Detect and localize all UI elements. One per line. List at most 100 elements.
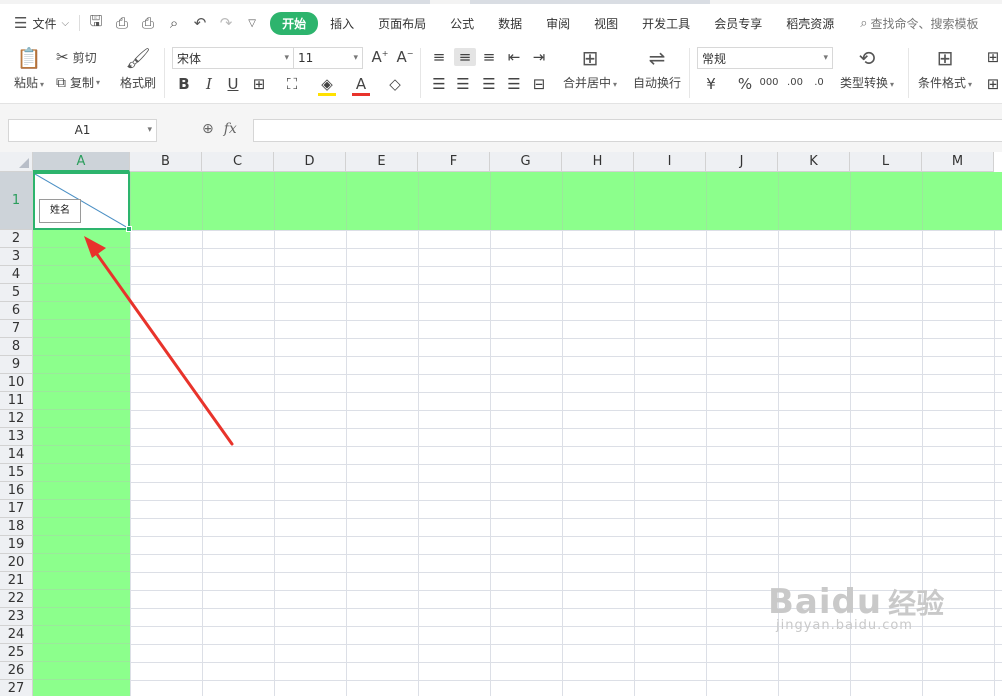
tab-docer[interactable]: 稻壳资源 [774,12,846,35]
indent-decrease-icon[interactable]: ⇤ [505,48,523,66]
insert-function-button[interactable]: fx [224,121,237,137]
row-header-5[interactable]: 5 [0,284,33,302]
borders-icon[interactable]: ⊞ [250,75,268,93]
tab-review[interactable]: 审阅 [534,12,582,35]
eraser-icon[interactable]: ◇ [386,75,404,93]
file-menu[interactable]: ☰ 文件 ⌵ [14,14,69,32]
column-header-k[interactable]: K [778,152,850,172]
column-header-l[interactable]: L [850,152,922,172]
name-textbox[interactable]: 姓名 [39,199,81,223]
column-header-j[interactable]: J [706,152,778,172]
format-painter-button[interactable]: 🖌 格式刷 [120,46,156,91]
tab-home[interactable]: 开始 [270,11,319,35]
align-bottom-icon[interactable]: ≡ [480,48,498,66]
fill-pattern-icon[interactable]: ⛶ [283,75,301,93]
row-header-12[interactable]: 12 [0,410,33,428]
increase-font-icon[interactable]: A+ [370,48,390,66]
print-icon[interactable]: ⎙ [138,14,158,32]
merge-center-button[interactable]: ⊞ 合并居中 ▾ [563,46,617,91]
row-header-16[interactable]: 16 [0,482,33,500]
column-header-a[interactable]: A [33,152,130,172]
row-header-25[interactable]: 25 [0,644,33,662]
name-box[interactable]: A1 ▾ [8,119,157,142]
sum-icon[interactable]: ⊞ [984,75,1002,93]
justify-icon[interactable]: ☰ [505,75,523,93]
row-header-21[interactable]: 21 [0,572,33,590]
row-header-10[interactable]: 10 [0,374,33,392]
underline-button[interactable]: U [224,75,242,93]
paste-button[interactable]: 📋 粘贴 ▾ [14,46,44,91]
row-header-15[interactable]: 15 [0,464,33,482]
column-header-i[interactable]: I [634,152,706,172]
conditional-format-button[interactable]: ⊞ 条件格式 ▾ [918,46,972,91]
distributed-icon[interactable]: ⊟ [530,75,548,93]
column-header-d[interactable]: D [274,152,346,172]
column-header-h[interactable]: H [562,152,634,172]
tab-member[interactable]: 会员专享 [702,12,774,35]
row-header-13[interactable]: 13 [0,428,33,446]
italic-button[interactable]: I [200,75,218,93]
align-left-icon[interactable]: ☰ [430,75,448,93]
thousands-button[interactable]: 000 [758,77,780,88]
row-header-17[interactable]: 17 [0,500,33,518]
redo-icon[interactable]: ↷ [216,14,236,32]
cell-style-icon[interactable]: ⊞ [984,48,1002,66]
column-header-b[interactable]: B [130,152,202,172]
align-top-icon[interactable]: ≡ [430,48,448,66]
tab-page-layout[interactable]: 页面布局 [366,12,438,35]
row-header-7[interactable]: 7 [0,320,33,338]
font-name-select[interactable]: 宋体 ▾ [172,47,294,69]
font-color-icon[interactable]: A [352,75,370,96]
export-pdf-icon[interactable]: ⎙ [112,14,132,32]
print-preview-icon[interactable]: ⌕ [164,14,184,32]
decrease-decimal-button[interactable]: .0 [808,77,830,88]
row-header-9[interactable]: 9 [0,356,33,374]
row-header-18[interactable]: 18 [0,518,33,536]
formula-input[interactable] [253,119,1002,142]
column-header-g[interactable]: G [490,152,562,172]
customize-qat-icon[interactable]: ▽ [242,18,262,29]
row-header-3[interactable]: 3 [0,248,33,266]
cut-button[interactable]: ✂ 剪切 [56,48,97,66]
row-header-2[interactable]: 2 [0,230,33,248]
cell-a1[interactable]: 姓名 [33,172,132,232]
undo-icon[interactable]: ↶ [190,14,210,32]
fill-color-icon[interactable]: ◈ [318,75,336,96]
decrease-font-icon[interactable]: A− [395,48,415,66]
tab-data[interactable]: 数据 [486,12,534,35]
row-header-8[interactable]: 8 [0,338,33,356]
row-header-20[interactable]: 20 [0,554,33,572]
increase-decimal-button[interactable]: .00 [784,77,806,88]
bold-button[interactable]: B [175,75,193,93]
tab-insert[interactable]: 插入 [318,12,366,35]
row-header-6[interactable]: 6 [0,302,33,320]
indent-increase-icon[interactable]: ⇥ [530,48,548,66]
row-header-14[interactable]: 14 [0,446,33,464]
tab-formulas[interactable]: 公式 [438,12,486,35]
wrap-text-button[interactable]: ⇌ 自动换行 [633,46,681,91]
percent-button[interactable]: % [736,75,754,93]
column-header-f[interactable]: F [418,152,490,172]
fill-handle[interactable] [126,226,132,232]
row-header-11[interactable]: 11 [0,392,33,410]
row-header-19[interactable]: 19 [0,536,33,554]
row-header-22[interactable]: 22 [0,590,33,608]
zoom-search-icon[interactable]: ⊕ [202,121,214,137]
tab-view[interactable]: 视图 [582,12,630,35]
currency-button[interactable]: ¥ [702,75,720,93]
font-size-select[interactable]: 11 ▾ [293,47,363,69]
save-icon[interactable]: 🖫 [86,11,106,36]
number-format-select[interactable]: 常规 ▾ [697,47,833,69]
row-header-4[interactable]: 4 [0,266,33,284]
copy-button[interactable]: ⧉ 复制 ▾ [56,74,100,91]
column-header-e[interactable]: E [346,152,418,172]
align-right-icon[interactable]: ☰ [480,75,498,93]
tab-developer[interactable]: 开发工具 [630,12,702,35]
align-center-icon[interactable]: ☰ [454,75,472,93]
align-middle-icon[interactable]: ≡ [454,48,476,66]
column-header-c[interactable]: C [202,152,274,172]
select-all-corner[interactable] [0,152,33,172]
command-search[interactable]: ⌕ 查找命令、搜索模板 [860,15,978,32]
row-header-27[interactable]: 27 [0,680,33,696]
type-convert-button[interactable]: ⟲ 类型转换 ▾ [840,46,894,91]
